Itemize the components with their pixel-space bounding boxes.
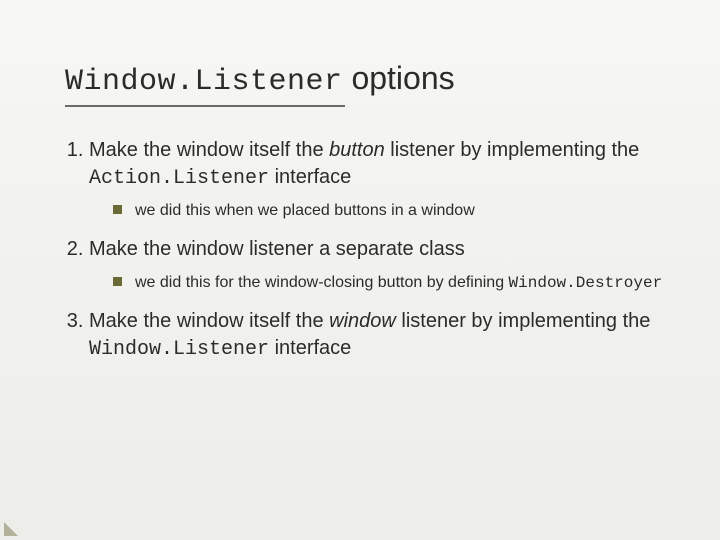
list-item-1: Make the window itself the button listen… [89, 137, 670, 222]
sub1-text: we did this when we placed buttons in a … [135, 202, 475, 219]
numbered-list: Make the window itself the button listen… [89, 137, 670, 363]
li3-code: Window.Listener [89, 338, 269, 361]
title-underline [65, 105, 345, 107]
li2-pre: Make the window listener a separate clas… [89, 238, 465, 260]
list-item-1-body: Make the window itself the button listen… [89, 137, 670, 192]
title-code: Window.Listener [65, 65, 343, 99]
sub2-text: we did this for the window-closing butto… [135, 274, 509, 291]
corner-accent-icon [4, 522, 18, 536]
li1-mid: listener by implementing the [385, 139, 640, 161]
li1-pre: Make the window itself the [89, 139, 329, 161]
li3-post: interface [269, 337, 351, 359]
list-item-2: Make the window listener a separate clas… [89, 236, 670, 295]
sub2-code: Window.Destroyer [509, 274, 663, 292]
list-item-3: Make the window itself the window listen… [89, 308, 670, 363]
list-item-3-body: Make the window itself the window listen… [89, 308, 670, 363]
list-item-2-body: Make the window listener a separate clas… [89, 236, 670, 264]
slide: Window.Listener options Make the window … [0, 0, 720, 540]
sublist-1-item: we did this when we placed buttons in a … [113, 200, 670, 222]
li1-post: interface [269, 166, 351, 188]
li3-mid: listener by implementing the [396, 310, 651, 332]
li1-code: Action.Listener [89, 167, 269, 190]
li3-em: window [329, 310, 396, 332]
li1-em: button [329, 139, 385, 161]
sublist-2: we did this for the window-closing butto… [113, 272, 670, 295]
title-rest: options [343, 60, 455, 96]
li3-pre: Make the window itself the [89, 310, 329, 332]
sublist-2-item: we did this for the window-closing butto… [113, 272, 670, 295]
sublist-1: we did this when we placed buttons in a … [113, 200, 670, 222]
slide-title: Window.Listener options [65, 60, 670, 99]
